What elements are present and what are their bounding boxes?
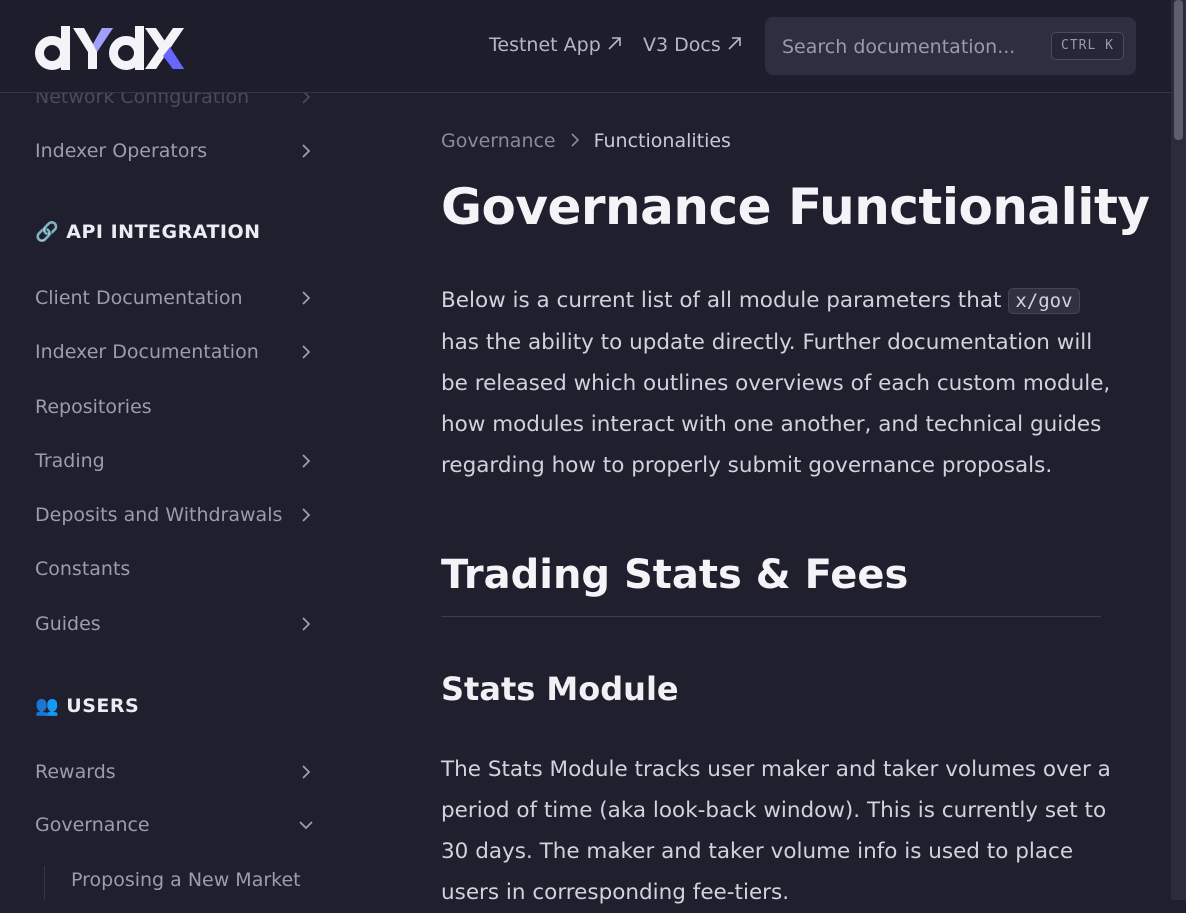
users-icon: 👥: [35, 695, 60, 717]
intro-text-after: has the ability to update directly. Furt…: [441, 330, 1111, 478]
nav-label: V3 Docs: [643, 34, 721, 56]
section-label: USERS: [66, 695, 140, 717]
sidebar-item-label: Trading: [35, 450, 105, 472]
nav-link-testnet-app[interactable]: Testnet App: [489, 34, 622, 56]
scrollbar-thumb[interactable]: [1174, 0, 1183, 140]
sidebar-item-label: Indexer Documentation: [35, 341, 259, 363]
sidebar-item-label: Repositories: [35, 396, 152, 418]
logo-graphic: [35, 26, 184, 70]
chevron-right-icon: [300, 284, 312, 312]
section-divider: [441, 616, 1101, 617]
search-box[interactable]: Search documentation... CTRL K: [765, 17, 1136, 75]
top-header: Testnet App V3 Docs Search documentation…: [0, 0, 1171, 93]
sidebar-item-rewards[interactable]: Rewards: [35, 758, 320, 786]
sidebar-item-label: Deposits and Withdrawals: [35, 504, 283, 526]
sidebar-item-repositories[interactable]: Repositories: [35, 393, 320, 421]
link-icon: 🔗: [35, 221, 60, 243]
chevron-down-icon: [298, 811, 314, 839]
sidebar-item-label: Constants: [35, 558, 131, 580]
sidebar-item-network-configuration[interactable]: Network Configuration: [35, 93, 320, 111]
breadcrumb-parent[interactable]: Governance: [441, 130, 556, 152]
chevron-right-icon: [300, 758, 312, 786]
sidebar-item-proposing-new-market[interactable]: Proposing a New Market: [71, 866, 356, 894]
sidebar-section-users: 👥 USERS: [35, 694, 139, 717]
sidebar-item-guides[interactable]: Guides: [35, 610, 320, 638]
sidebar-item-client-documentation[interactable]: Client Documentation: [35, 284, 320, 312]
sidebar-item-trading[interactable]: Trading: [35, 447, 320, 475]
sidebar-item-label: Client Documentation: [35, 287, 243, 309]
chevron-right-icon: [300, 137, 312, 165]
intro-paragraph: Below is a current list of all module pa…: [441, 280, 1111, 486]
page-scrollbar[interactable]: [1171, 0, 1186, 900]
sidebar-item-indexer-operators[interactable]: Indexer Operators: [35, 137, 320, 165]
stats-paragraph: The Stats Module tracks user maker and t…: [441, 757, 1111, 905]
sidebar-item-label: Governance: [35, 814, 150, 836]
inline-code: x/gov: [1008, 288, 1080, 314]
external-arrow-icon: [607, 34, 622, 56]
chevron-right-icon: [300, 338, 312, 366]
sidebar-item-indexer-documentation[interactable]: Indexer Documentation: [35, 338, 320, 366]
sidebar-item-label: Proposing a New Market: [71, 869, 301, 891]
sidebar-item-label: Indexer Operators: [35, 140, 208, 162]
chevron-right-icon: [300, 93, 312, 111]
search-input[interactable]: Search documentation...: [782, 36, 1015, 58]
nav-label: Testnet App: [489, 34, 601, 56]
section-heading: Trading Stats & Fees: [441, 552, 909, 598]
sidebar-item-deposits-withdrawals[interactable]: Deposits and Withdrawals: [35, 501, 320, 529]
breadcrumb-current: Functionalities: [593, 130, 731, 152]
breadcrumb: Governance Functionalities: [441, 130, 731, 153]
chevron-right-icon: [300, 447, 312, 475]
search-shortcut-badge: CTRL K: [1051, 32, 1124, 60]
sidebar-section-api-integration: 🔗 API INTEGRATION: [35, 220, 261, 243]
page-title: Governance Functionality: [441, 178, 1150, 236]
sidebar-item-label: Rewards: [35, 761, 116, 783]
sidebar-nav: Network Configuration Indexer Operators …: [0, 93, 360, 900]
external-arrow-icon: [727, 34, 742, 56]
dydx-logo[interactable]: [35, 22, 185, 70]
intro-text-before: Below is a current list of all module pa…: [441, 288, 1002, 313]
sidebar-item-label: Network Configuration: [35, 93, 250, 108]
chevron-right-icon: [300, 610, 312, 638]
chevron-right-icon: [570, 131, 580, 153]
chevron-right-icon: [300, 501, 312, 529]
nav-link-v3-docs[interactable]: V3 Docs: [643, 34, 742, 56]
sidebar-item-label: Guides: [35, 613, 101, 635]
sidebar-item-constants[interactable]: Constants: [35, 555, 320, 583]
subsection-heading: Stats Module: [441, 670, 679, 708]
sidebar-item-governance[interactable]: Governance: [35, 811, 320, 839]
sidebar-subtree-line: [44, 866, 45, 900]
section-label: API INTEGRATION: [66, 221, 261, 243]
